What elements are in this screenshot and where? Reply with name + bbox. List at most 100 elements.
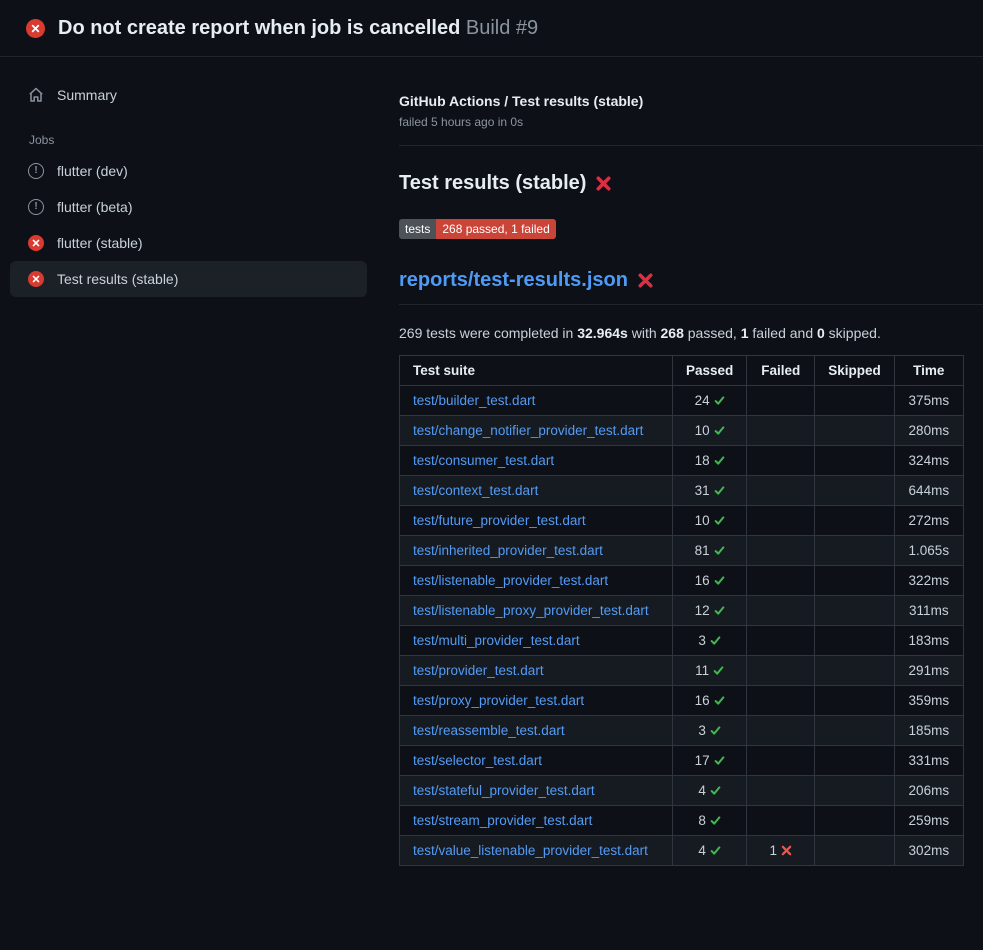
test-suite-link[interactable]: test/builder_test.dart xyxy=(413,393,535,408)
jobs-nav: ! flutter (dev) ! flutter (beta) flutter… xyxy=(10,153,367,297)
passed-value: 11 xyxy=(695,663,709,678)
check-icon xyxy=(714,575,725,586)
column-header-test-suite: Test suite xyxy=(400,356,673,386)
passed-cell: 31 xyxy=(673,476,747,506)
table-row: test/reassemble_test.dart 3 185ms xyxy=(400,716,964,746)
column-header-failed: Failed xyxy=(747,356,815,386)
test-suite-cell: test/inherited_provider_test.dart xyxy=(400,536,673,566)
sidebar-item-test-results-stable[interactable]: Test results (stable) xyxy=(10,261,367,297)
test-suite-link[interactable]: test/value_listenable_provider_test.dart xyxy=(413,843,648,858)
test-suite-link[interactable]: test/proxy_provider_test.dart xyxy=(413,693,584,708)
test-suite-link[interactable]: test/stateful_provider_test.dart xyxy=(413,783,595,798)
test-suite-link[interactable]: test/listenable_proxy_provider_test.dart xyxy=(413,603,649,618)
failed-count: 1 xyxy=(741,325,749,341)
time-cell: 259ms xyxy=(894,806,963,836)
test-suite-link[interactable]: test/consumer_test.dart xyxy=(413,453,554,468)
results-table-body: test/builder_test.dart 24 375ms test/cha… xyxy=(400,386,964,866)
table-row: test/consumer_test.dart 18 324ms xyxy=(400,446,964,476)
table-row: test/change_notifier_provider_test.dart … xyxy=(400,416,964,446)
table-row: test/proxy_provider_test.dart 16 359ms xyxy=(400,686,964,716)
skipped-cell xyxy=(815,806,895,836)
report-file-link[interactable]: reports/test-results.json xyxy=(399,269,628,292)
test-suite-link[interactable]: test/multi_provider_test.dart xyxy=(413,633,580,648)
failed-cell xyxy=(747,776,815,806)
passed-value: 81 xyxy=(695,543,710,558)
table-row: test/value_listenable_provider_test.dart… xyxy=(400,836,964,866)
test-suite-link[interactable]: test/stream_provider_test.dart xyxy=(413,813,592,828)
passed-cell: 10 xyxy=(673,506,747,536)
sidebar: Summary Jobs ! flutter (dev) ! flutter (… xyxy=(0,57,383,297)
passed-value: 10 xyxy=(695,513,710,528)
check-icon xyxy=(714,755,725,766)
table-row: test/context_test.dart 31 644ms xyxy=(400,476,964,506)
test-suite-cell: test/stream_provider_test.dart xyxy=(400,806,673,836)
test-suite-link[interactable]: test/future_provider_test.dart xyxy=(413,513,586,528)
sidebar-item-flutter-beta[interactable]: ! flutter (beta) xyxy=(10,189,367,225)
time-cell: 185ms xyxy=(894,716,963,746)
failed-cell: 1 xyxy=(747,836,815,866)
passed-cell: 4 xyxy=(673,776,747,806)
passed-cell: 11 xyxy=(673,656,747,686)
passed-value: 16 xyxy=(695,573,710,588)
test-suite-cell: test/multi_provider_test.dart xyxy=(400,626,673,656)
test-suite-link[interactable]: test/provider_test.dart xyxy=(413,663,544,678)
sidebar-item-flutter-dev[interactable]: ! flutter (dev) xyxy=(10,153,367,189)
test-suite-link[interactable]: test/change_notifier_provider_test.dart xyxy=(413,423,643,438)
test-suite-cell: test/stateful_provider_test.dart xyxy=(400,776,673,806)
failed-cell xyxy=(747,686,815,716)
sidebar-item-label: flutter (beta) xyxy=(57,199,132,215)
test-suite-link[interactable]: test/inherited_provider_test.dart xyxy=(413,543,603,558)
time-cell: 280ms xyxy=(894,416,963,446)
passed-value: 10 xyxy=(695,423,710,438)
time-cell: 322ms xyxy=(894,566,963,596)
page-title: Do not create report when job is cancell… xyxy=(58,17,538,40)
badge-value: 268 passed, 1 failed xyxy=(436,219,555,239)
sidebar-item-label: Summary xyxy=(57,87,117,103)
section-heading: Test results (stable) xyxy=(399,172,983,195)
check-icon xyxy=(714,605,725,616)
skipped-cell xyxy=(815,596,895,626)
skipped-cell xyxy=(815,776,895,806)
test-suite-link[interactable]: test/selector_test.dart xyxy=(413,753,542,768)
test-suite-cell: test/consumer_test.dart xyxy=(400,446,673,476)
total-duration: 32.964s xyxy=(577,325,628,341)
sidebar-item-summary[interactable]: Summary xyxy=(10,77,367,113)
passed-value: 16 xyxy=(695,693,710,708)
table-header-row: Test suite Passed Failed Skipped Time xyxy=(400,356,964,386)
check-icon xyxy=(710,725,721,736)
skipped-cell xyxy=(815,536,895,566)
check-icon xyxy=(714,515,725,526)
cross-icon xyxy=(781,845,792,856)
check-icon xyxy=(714,395,725,406)
test-suite-link[interactable]: test/reassemble_test.dart xyxy=(413,723,565,738)
sidebar-item-label: Test results (stable) xyxy=(57,271,178,287)
check-icon xyxy=(714,455,725,466)
time-cell: 272ms xyxy=(894,506,963,536)
sidebar-item-flutter-stable[interactable]: flutter (stable) xyxy=(10,225,367,261)
skipped-cell xyxy=(815,386,895,416)
test-suite-cell: test/context_test.dart xyxy=(400,476,673,506)
table-row: test/builder_test.dart 24 375ms xyxy=(400,386,964,416)
table-row: test/provider_test.dart 11 291ms xyxy=(400,656,964,686)
failed-cell xyxy=(747,476,815,506)
time-cell: 302ms xyxy=(894,836,963,866)
tests-badge: tests 268 passed, 1 failed xyxy=(399,219,556,239)
skipped-cell xyxy=(815,416,895,446)
test-suite-link[interactable]: test/listenable_provider_test.dart xyxy=(413,573,608,588)
time-cell: 206ms xyxy=(894,776,963,806)
check-icon xyxy=(710,635,721,646)
table-row: test/multi_provider_test.dart 3 183ms xyxy=(400,626,964,656)
failed-cross-icon xyxy=(638,273,653,288)
table-row: test/listenable_provider_test.dart 16 32… xyxy=(400,566,964,596)
failed-status-icon xyxy=(26,19,45,38)
time-cell: 644ms xyxy=(894,476,963,506)
skipped-cell xyxy=(815,626,895,656)
skipped-cell xyxy=(815,476,895,506)
passed-value: 24 xyxy=(695,393,710,408)
passed-value: 8 xyxy=(698,813,706,828)
check-icon xyxy=(710,845,721,856)
passed-value: 12 xyxy=(695,603,710,618)
failed-cell xyxy=(747,566,815,596)
test-suite-link[interactable]: test/context_test.dart xyxy=(413,483,538,498)
passed-cell: 4 xyxy=(673,836,747,866)
